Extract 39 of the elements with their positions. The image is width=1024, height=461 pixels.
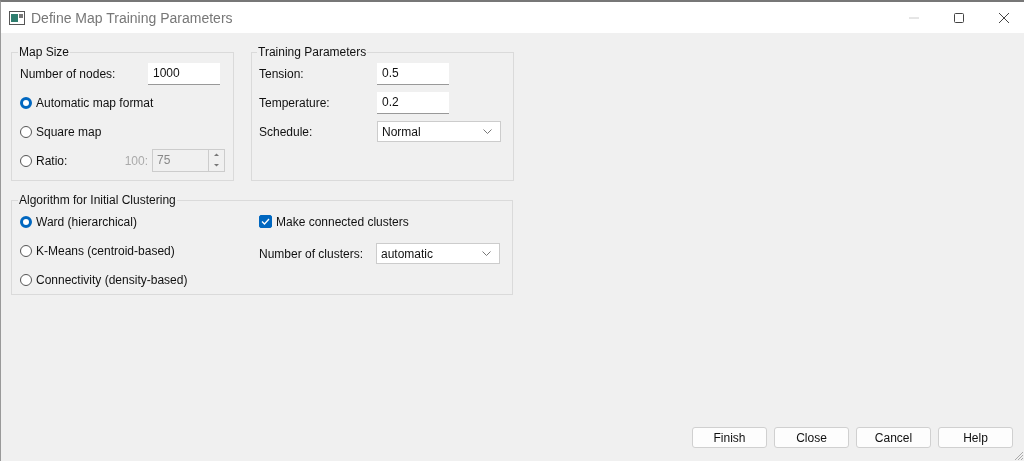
maximize-icon[interactable] [954,12,964,23]
chevron-down-icon [483,129,492,134]
dropdown[interactable]: Normal [377,121,501,142]
field-label: Tension: [259,66,305,81]
radio-button[interactable] [20,154,32,167]
close-icon[interactable] [999,12,1009,23]
radio-button[interactable] [20,96,32,109]
dialog-button[interactable]: Close [774,427,849,448]
radio-label: Connectivity (density-based) [36,272,188,287]
group-title: Training Parameters [257,45,368,59]
radio-label: Square map [36,124,102,139]
radio-label: Automatic map format [36,95,154,110]
resize-grip-icon[interactable] [1014,451,1023,460]
radio-button[interactable] [20,244,32,257]
checkbox-label: Make connected clusters [276,214,409,229]
field-label: Number of nodes: [20,66,117,81]
checkbox[interactable] [259,215,272,228]
app-icon [9,10,25,25]
group-title: Algorithm for Initial Clustering [18,193,177,207]
field-label: Number of clusters: [259,246,365,261]
field-label: Schedule: [259,124,314,139]
radio-button[interactable] [20,273,32,286]
dropdown[interactable]: automatic [376,243,500,264]
window-title: Define Map Training Parameters [31,9,233,26]
radio-label: K-Means (centroid-based) [36,243,175,258]
radio-button[interactable] [20,125,32,138]
input-field[interactable]: 0.5 [377,62,449,85]
ratio-prefix: 100: [124,153,148,168]
input-field[interactable]: 0.2 [377,91,449,114]
dialog-button[interactable]: Help [938,427,1013,448]
group-title: Map Size [18,45,71,59]
radio-label: Ratio: [36,153,68,168]
dialog-button[interactable]: Cancel [856,427,931,448]
radio-button[interactable] [20,215,32,228]
input-field[interactable]: 1000 [148,62,220,85]
radio-label: Ward (hierarchical) [36,214,137,229]
dialog-button[interactable]: Finish [692,427,767,448]
field-label: Temperature: [259,95,331,110]
chevron-down-icon [482,251,491,256]
